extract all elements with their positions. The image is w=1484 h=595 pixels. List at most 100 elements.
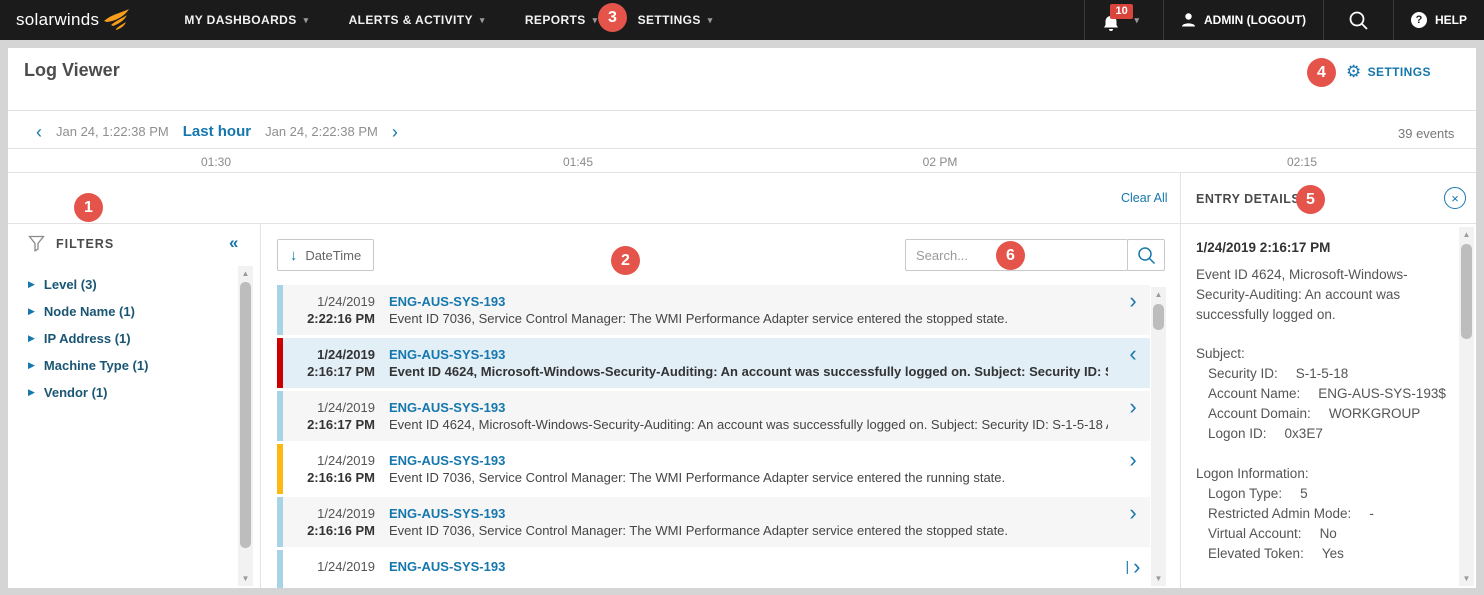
entry-details-title: ENTRY DETAILS [1196,192,1300,206]
log-entry-row[interactable]: 1/24/2019 2:16:17 PM ENG-AUS-SYS-193 Eve… [277,391,1150,441]
solarwinds-flame-icon [103,9,130,31]
help-icon: ? [1411,12,1427,28]
detail-field: Account Name:ENG-AUS-SYS-193$ [1196,384,1452,404]
list-scrollbar[interactable]: ▲ ▼ [1151,287,1166,586]
divider [1180,173,1181,588]
help-label: HELP [1435,13,1467,27]
details-scrollbar[interactable]: ▲ ▼ [1459,227,1474,586]
log-entry-row-selected[interactable]: 1/24/2019 2:16:17 PM ENG-AUS-SYS-193 Eve… [277,338,1150,388]
filter-item-vendor[interactable]: ▶ Vendor (1) [28,379,148,406]
entry-date: 1/24/2019 [283,399,375,416]
scroll-up-icon[interactable]: ▲ [1151,290,1166,299]
nav-right-tools: 10 ▾ ADMIN (LOGOUT) ? HELP [1084,0,1484,40]
triangle-right-icon: ▶ [28,306,35,317]
scroll-down-icon[interactable]: ▼ [238,574,253,583]
caret-down-icon: ▾ [1134,15,1139,26]
time-range-label[interactable]: Last hour [183,123,251,140]
log-entry-list: 1/24/2019 2:22:16 PM ENG-AUS-SYS-193 Eve… [277,285,1150,588]
entry-date: 1/24/2019 [283,452,375,469]
previous-time-button[interactable]: ‹ [36,124,42,140]
close-icon[interactable]: × [1444,187,1466,209]
notification-count-badge: 10 [1110,4,1132,19]
nav-item-label: REPORTS [525,13,586,27]
entry-time: 2:22:16 PM [283,310,375,328]
divider [260,224,261,588]
help-button[interactable]: ? HELP [1393,0,1484,40]
entry-date: 1/24/2019 [283,558,375,575]
annotation-badge-3: 3 [598,3,627,32]
entry-message: Event ID 4624, Microsoft-Windows-Securit… [389,363,1108,381]
entry-time: 2:16:16 PM [283,469,375,487]
section-heading: Logon Information: [1196,464,1452,484]
entry-message: Event ID 4624, Microsoft-Windows-Securit… [389,416,1108,434]
clear-all-link[interactable]: Clear All [1121,191,1168,205]
log-entry-row[interactable]: 1/24/2019 2:16:16 PM ENG-AUS-SYS-193 Eve… [277,444,1150,494]
timeline-tick: 01:45 [563,155,593,169]
log-entry-row[interactable]: 1/24/2019 2:22:16 PM ENG-AUS-SYS-193 Eve… [277,285,1150,335]
entry-time: 2:16:17 PM [283,363,375,381]
log-entry-row[interactable]: 1/24/2019 ENG-AUS-SYS-193 |› [277,550,1150,588]
nav-alerts-activity[interactable]: ALERTS & ACTIVITY ▾ [329,0,505,40]
nav-item-label: SETTINGS [638,13,701,27]
chevron-right-icon[interactable]: › [1116,285,1150,335]
entry-node: ENG-AUS-SYS-193 [389,346,1108,363]
collapse-panel-icon[interactable]: « [229,233,238,253]
filters-scrollbar[interactable]: ▲ ▼ [238,266,253,586]
nav-search-button[interactable] [1323,0,1393,40]
filter-item-ip-address[interactable]: ▶ IP Address (1) [28,325,148,352]
scrollbar-thumb[interactable] [240,282,251,548]
filter-item-machine-type[interactable]: ▶ Machine Type (1) [28,352,148,379]
timeline-tick: 01:30 [201,155,231,169]
details-timestamp: 1/24/2019 2:16:17 PM [1196,240,1330,255]
log-entry-row[interactable]: 1/24/2019 2:16:16 PM ENG-AUS-SYS-193 Eve… [277,497,1150,547]
top-nav: solarwinds MY DASHBOARDS ▾ ALERTS & ACTI… [0,0,1484,40]
scroll-up-icon[interactable]: ▲ [238,269,253,278]
entry-time: 2:16:17 PM [283,416,375,434]
gear-icon: ⚙ [1346,63,1362,80]
chevron-right-icon[interactable]: |› [1116,550,1150,588]
events-count: 39 events [1398,126,1454,141]
settings-label: SETTINGS [1368,65,1431,79]
range-end-time: Jan 24, 2:22:38 PM [265,124,378,139]
time-range-bar: ‹ Jan 24, 1:22:38 PM Last hour Jan 24, 2… [36,123,398,140]
entry-node: ENG-AUS-SYS-193 [389,293,1108,310]
brand-text: solarwinds [16,10,99,30]
search-button[interactable] [1127,239,1165,271]
filter-item-node-name[interactable]: ▶ Node Name (1) [28,298,148,325]
entry-time: 2:16:16 PM [283,522,375,540]
chevron-left-icon[interactable]: ‹ [1116,338,1150,388]
scroll-up-icon[interactable]: ▲ [1459,230,1474,239]
entry-date: 1/24/2019 [283,346,375,363]
chevron-right-icon[interactable]: › [1116,444,1150,494]
detail-field: Logon ID:0x3E7 [1196,424,1452,444]
scrollbar-thumb[interactable] [1461,244,1472,339]
details-summary: Event ID 4624, Microsoft-Windows-Securit… [1196,265,1448,325]
timeline-tick: 02:15 [1287,155,1317,169]
scroll-down-icon[interactable]: ▼ [1151,574,1166,583]
nav-settings[interactable]: SETTINGS ▾ [618,0,733,40]
filter-item-level[interactable]: ▶ Level (3) [28,271,148,298]
annotation-badge-6: 6 [996,241,1025,270]
nav-item-label: MY DASHBOARDS [184,13,296,27]
chevron-right-icon[interactable]: › [1116,391,1150,441]
search-icon [1348,10,1369,31]
divider [8,110,1476,111]
notifications-button[interactable]: 10 ▾ [1084,0,1163,40]
scrollbar-thumb[interactable] [1153,304,1164,330]
log-viewer-settings-link[interactable]: ⚙ SETTINGS [1346,63,1431,80]
sort-descending-icon: ↓ [290,247,298,264]
entry-date: 1/24/2019 [283,293,375,310]
details-logon-section: Logon Information: Logon Type:5 Restrict… [1196,464,1452,564]
solarwinds-logo[interactable]: solarwinds [0,0,140,40]
sort-datetime-button[interactable]: ↓ DateTime [277,239,374,271]
nav-item-label: ALERTS & ACTIVITY [349,13,473,27]
detail-field: Account Domain:WORKGROUP [1196,404,1452,424]
user-icon [1181,12,1196,28]
detail-field: Elevated Token:Yes [1196,544,1452,564]
chevron-right-icon[interactable]: › [1116,497,1150,547]
next-time-button[interactable]: › [392,124,398,140]
nav-my-dashboards[interactable]: MY DASHBOARDS ▾ [164,0,328,40]
scroll-down-icon[interactable]: ▼ [1459,574,1474,583]
account-button[interactable]: ADMIN (LOGOUT) [1163,0,1323,40]
filters-header: FILTERS [28,235,114,252]
